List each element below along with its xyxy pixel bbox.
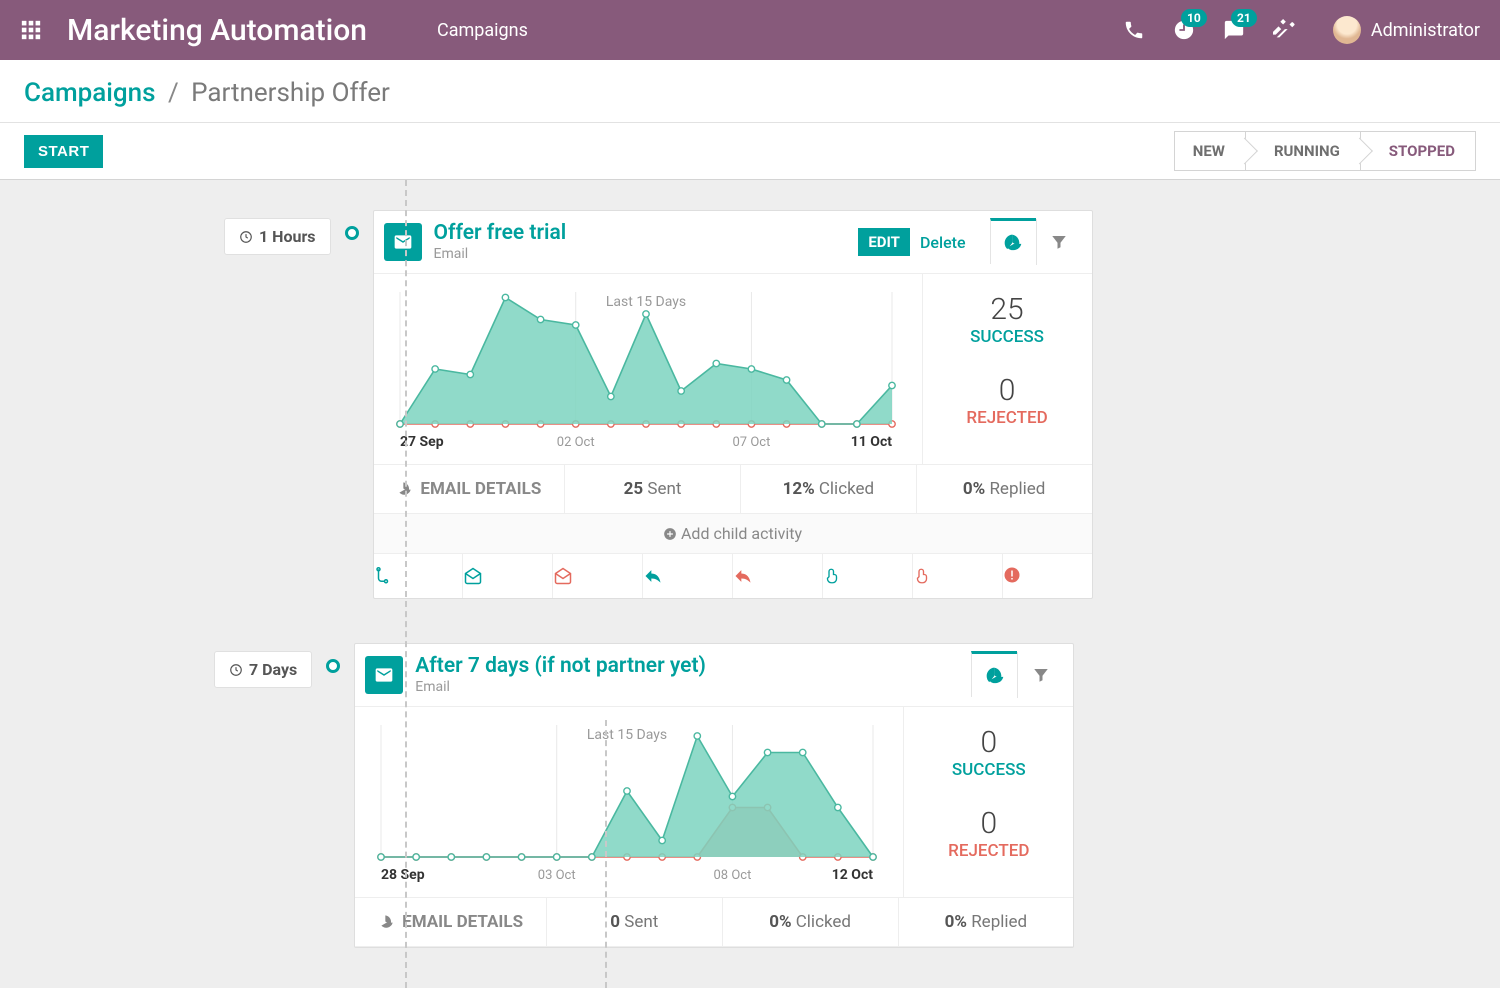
app-title: Marketing Automation — [67, 13, 367, 48]
phone-icon[interactable] — [1123, 19, 1145, 41]
mail-icon — [365, 656, 403, 694]
notif-badge-chat: 21 — [1231, 9, 1257, 27]
svg-text:07 Oct: 07 Oct — [732, 435, 770, 450]
start-button[interactable]: START — [24, 135, 103, 168]
mail-open-icon[interactable] — [463, 554, 553, 598]
delay-chip: 7 Days — [214, 651, 312, 688]
activity-subtitle: Email — [415, 679, 706, 695]
chart-area: Last 15 Days 28 Sep 03 Oct 08 Oct 12 Oct — [355, 707, 903, 897]
svg-text:Last 15 Days: Last 15 Days — [587, 727, 667, 743]
rejected-count: 0 — [923, 373, 1092, 408]
status-stopped[interactable]: STOPPED — [1360, 131, 1476, 171]
status-new[interactable]: NEW — [1174, 131, 1245, 171]
filter-tab-icon[interactable] — [1017, 652, 1063, 698]
timeline-node — [345, 226, 359, 240]
breadcrumb-current: Partnership Offer — [191, 78, 390, 108]
svg-text:08 Oct: 08 Oct — [714, 868, 752, 883]
activity-row: 1 Hours Offer free trial Email EDIT Dele… — [24, 210, 1476, 599]
timeline-line — [405, 180, 407, 988]
timeline-node — [326, 659, 340, 673]
activity-title[interactable]: After 7 days (if not partner yet) — [415, 655, 706, 678]
reply-icon[interactable] — [643, 554, 733, 598]
add-child-activity[interactable]: Add child activity — [374, 514, 1092, 554]
activity-card: Offer free trial Email EDIT Delete Last … — [373, 210, 1093, 599]
user-menu[interactable]: Administrator — [1333, 16, 1480, 44]
breadcrumb-root[interactable]: Campaigns — [24, 78, 156, 108]
edit-button[interactable]: EDIT — [858, 228, 910, 256]
status-bar: NEW RUNNING STOPPED — [1174, 131, 1476, 171]
click-icon[interactable] — [823, 554, 913, 598]
svg-text:02 Oct: 02 Oct — [556, 435, 594, 450]
bounce-icon[interactable] — [1003, 554, 1092, 598]
user-name: Administrator — [1371, 20, 1480, 41]
activity-title[interactable]: Offer free trial — [434, 222, 567, 245]
stat-clicked: 0% Clicked — [723, 898, 899, 946]
delete-link[interactable]: Delete — [920, 233, 966, 252]
stat-replied: 0% Replied — [899, 898, 1074, 946]
svg-text:Last 15 Days: Last 15 Days — [605, 294, 685, 310]
svg-text:11 Oct: 11 Oct — [850, 434, 891, 450]
activities-icon[interactable]: 10 — [1173, 19, 1195, 41]
success-count: 25 — [923, 292, 1092, 327]
apps-icon[interactable] — [20, 19, 42, 41]
activity-card: After 7 days (if not partner yet) Email … — [354, 643, 1074, 948]
notif-badge-clock: 10 — [1181, 9, 1207, 27]
stat-replied: 0% Replied — [917, 465, 1092, 513]
chart-area: Last 15 Days27 Sep02 Oct07 Oct11 Oct — [374, 274, 922, 464]
stat-clicked: 12% Clicked — [741, 465, 917, 513]
tools-icon[interactable] — [1273, 19, 1295, 41]
rejected-label: REJECTED — [923, 408, 1092, 428]
success-count: 0 — [904, 725, 1073, 760]
svg-text:28 Sep: 28 Sep — [381, 867, 425, 883]
email-details-header[interactable]: EMAIL DETAILS — [355, 898, 547, 946]
child-activity-icon[interactable] — [374, 554, 464, 598]
chart-tab-icon[interactable] — [990, 218, 1036, 264]
stat-sent: 25 Sent — [565, 465, 741, 513]
svg-text:03 Oct: 03 Oct — [538, 868, 576, 883]
status-running[interactable]: RUNNING — [1245, 131, 1360, 171]
email-details-header[interactable]: EMAIL DETAILS — [374, 465, 566, 513]
timeline-branch — [605, 720, 607, 988]
messages-icon[interactable]: 21 — [1223, 19, 1245, 41]
rejected-label: REJECTED — [904, 841, 1073, 861]
chart-tab-icon[interactable] — [971, 651, 1017, 697]
filter-tab-icon[interactable] — [1036, 219, 1082, 265]
svg-text:12 Oct: 12 Oct — [832, 867, 873, 883]
avatar-icon — [1333, 16, 1361, 44]
success-label: SUCCESS — [923, 327, 1092, 347]
activity-subtitle: Email — [434, 246, 567, 262]
mail-icon — [384, 223, 422, 261]
click-red-icon[interactable] — [913, 554, 1003, 598]
breadcrumb: Campaigns / Partnership Offer — [24, 78, 1476, 108]
activity-row: 7 Days After 7 days (if not partner yet)… — [24, 643, 1476, 948]
nav-campaigns[interactable]: Campaigns — [437, 20, 528, 41]
stat-sent: 0 Sent — [547, 898, 723, 946]
success-label: SUCCESS — [904, 760, 1073, 780]
reply-red-icon[interactable] — [733, 554, 823, 598]
delay-chip: 1 Hours — [224, 218, 331, 255]
mail-open-red-icon[interactable] — [553, 554, 643, 598]
child-action-bar — [374, 554, 1092, 598]
rejected-count: 0 — [904, 806, 1073, 841]
